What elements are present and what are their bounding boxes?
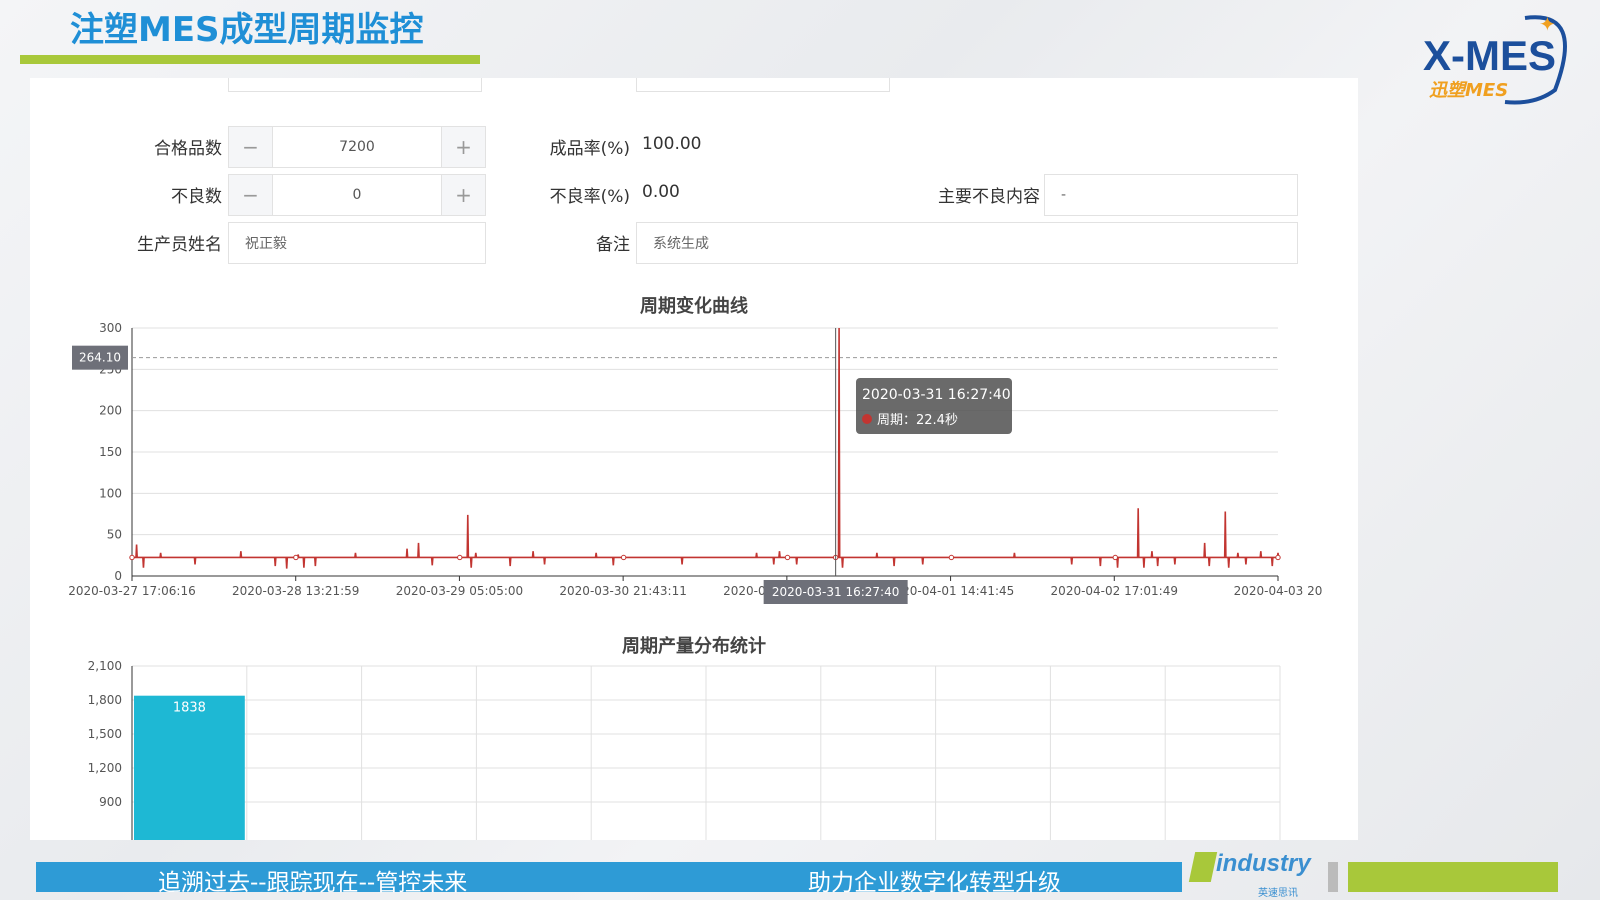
y-tick-label: 100 <box>99 486 122 500</box>
qualified-plus-button[interactable]: + <box>441 127 485 167</box>
tooltip-value: 周期：22.4秒 <box>877 413 958 428</box>
bar <box>134 695 245 840</box>
x-tick-label: 2020-03-29 05:05:00 <box>396 584 523 598</box>
operator-label: 生产员姓名 <box>137 235 222 255</box>
industry-cn: 英速思讯 <box>1258 888 1298 899</box>
clipped-stepper <box>228 78 482 92</box>
series-line-cycle <box>132 327 1280 569</box>
qualified-label: 合格品数 <box>154 139 222 159</box>
y-tick-label: 150 <box>99 445 122 459</box>
xmes-logo: ✦ X-MES 迅塑MES <box>1415 10 1595 105</box>
defect-stepper[interactable]: − 0 + <box>228 174 486 216</box>
y-tick-label: 300 <box>99 321 122 335</box>
x-tick-label: 2020-03-30 21:43:11 <box>559 584 686 598</box>
x-tick-label: 2020-04-02 17:01:49 <box>1051 584 1178 598</box>
x-tick-label: 2020-03-27 17:06:16 <box>68 584 195 598</box>
bar-y-tick-label: 1,200 <box>88 761 122 775</box>
cycle-line-chart[interactable]: 0501001502002503002020-03-27 17:06:16202… <box>30 314 1358 614</box>
content-panel: 合格品数 − 7200 + 成品率(%) 100.00 不良数 − 0 + 不良… <box>30 78 1358 840</box>
remark-input[interactable]: 系统生成 <box>636 222 1298 264</box>
bar-y-tick-label: 1,800 <box>88 693 122 707</box>
defect-plus-button[interactable]: + <box>441 175 485 215</box>
bar-data-label: 1838 <box>173 701 206 716</box>
data-point <box>1112 554 1118 561</box>
cursor-label: 2020-03-31 16:27:40 <box>772 585 899 599</box>
footer-green-block <box>1348 862 1558 892</box>
slide-title: 注塑MES成型周期监控 <box>70 10 424 50</box>
x-tick-label: 2020-04-03 20 <box>1234 584 1323 598</box>
data-point <box>129 554 135 561</box>
defect-value[interactable]: 0 <box>273 175 441 215</box>
industry-word: industry <box>1216 850 1311 877</box>
qualified-minus-button[interactable]: − <box>229 127 273 167</box>
data-point <box>620 554 627 561</box>
data-point <box>1275 554 1281 561</box>
defect-rate-label: 不良率(%) <box>549 187 630 207</box>
industry-mark-icon <box>1188 852 1218 882</box>
defect-minus-button[interactable]: − <box>229 175 273 215</box>
footer-strip <box>1328 862 1338 892</box>
tooltip-marker-icon <box>862 414 872 424</box>
footer-slogan-left: 追溯过去--跟踪现在--管控未来 <box>158 870 468 896</box>
y-tick-label: 0 <box>114 569 122 583</box>
defect-rate-value: 0.00 <box>642 182 680 202</box>
bar-y-tick-label: 900 <box>99 795 122 809</box>
markline-label: 264.10 <box>79 351 121 365</box>
clipped-input <box>636 78 890 92</box>
main-defect-label: 主要不良内容 <box>938 187 1040 207</box>
data-point <box>293 554 299 561</box>
qualified-value[interactable]: 7200 <box>273 127 441 167</box>
title-underline <box>20 55 480 64</box>
yield-label: 成品率(%) <box>549 139 630 159</box>
data-point <box>948 554 955 561</box>
operator-input[interactable]: 祝正毅 <box>228 222 486 264</box>
logo-main: X-MES <box>1423 32 1557 79</box>
qualified-stepper[interactable]: − 7200 + <box>228 126 486 168</box>
data-point <box>457 554 463 561</box>
distribution-bar-chart[interactable]: 2,100 1,800 1,500 1,200 900 1838 <box>30 654 1358 840</box>
defect-label: 不良数 <box>171 187 222 207</box>
bar-y-tick-label: 1,500 <box>88 727 122 741</box>
remark-label: 备注 <box>596 235 630 255</box>
logo-sub: 迅塑MES <box>1429 80 1509 101</box>
main-defect-input[interactable]: - <box>1044 174 1298 216</box>
footer-slogan-right: 助力企业数字化转型升级 <box>808 870 1061 896</box>
x-tick-label: 2020-03-28 13:21:59 <box>232 584 359 598</box>
bar-y-tick-label: 2,100 <box>88 659 122 673</box>
tooltip-time: 2020-03-31 16:27:40 <box>862 387 1011 403</box>
industry-logo: industry 英速思讯 <box>1188 848 1328 899</box>
y-tick-label: 200 <box>99 404 122 418</box>
yield-value: 100.00 <box>642 134 702 154</box>
data-point <box>784 554 791 561</box>
y-tick-label: 50 <box>107 528 122 542</box>
